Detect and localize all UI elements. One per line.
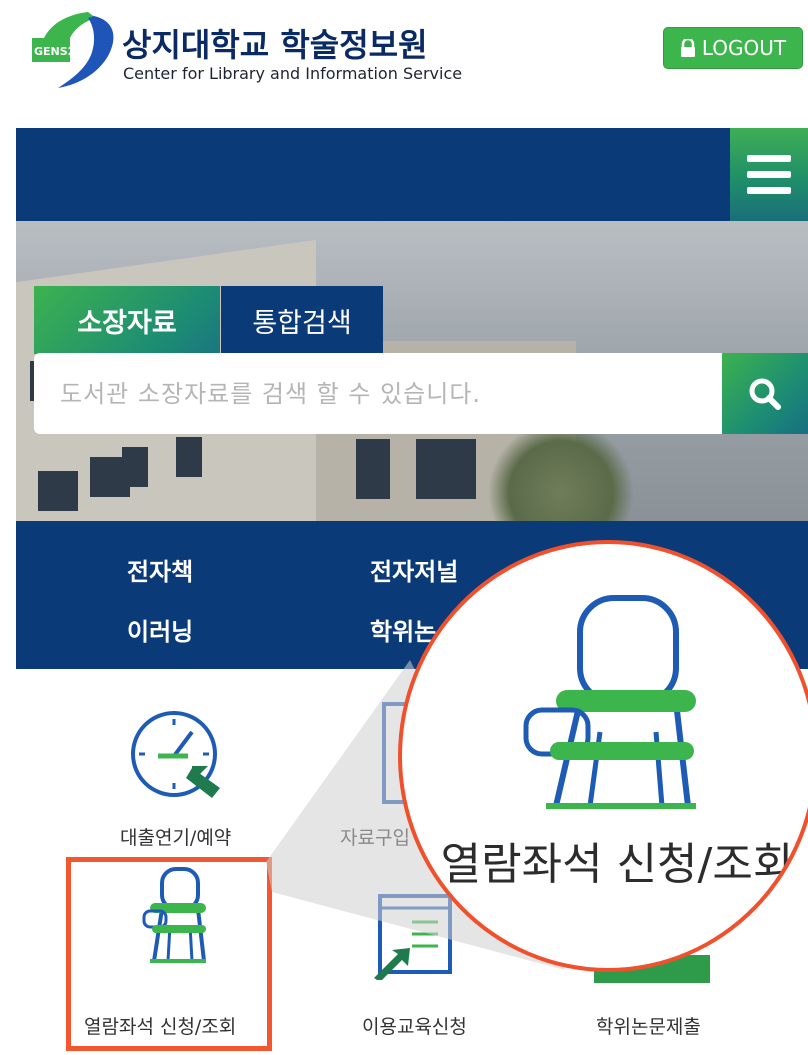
main-navbar [16,128,808,221]
tab-owned-materials[interactable]: 소장자료 [34,286,220,354]
hamburger-menu-icon[interactable] [730,128,808,221]
quick-link-thesis[interactable]: 학위논 [370,612,436,647]
service-label-purchase-request[interactable]: 자료구입 [340,823,410,850]
logo-badge-text: GENS21 [34,45,83,58]
service-label-thesis-submission[interactable]: 학위논문제출 [596,1012,701,1039]
site-header: GENS21 상지대학교 학술정보원 Center for Library an… [0,0,808,128]
magnifier-label: 열람좌석 신청/조회 [440,839,794,890]
chair-icon [523,595,696,809]
quick-link-elearning[interactable]: 이러닝 [127,612,193,647]
service-label-user-education[interactable]: 이용교육신청 [362,1012,467,1039]
quick-link-ejournal[interactable]: 전자저널 [370,552,458,587]
search-button[interactable] [722,353,808,434]
search-box [34,353,722,434]
site-title[interactable]: 상지대학교 학술정보원 [122,20,428,66]
search-input[interactable] [34,353,722,434]
clock-icon[interactable] [128,708,224,804]
site-subtitle: Center for Library and Information Servi… [123,64,463,83]
highlight-box [66,857,272,1051]
logout-button[interactable]: LOGOUT [663,27,803,69]
quick-link-ebook[interactable]: 전자책 [127,552,193,587]
service-label-loan-renewal[interactable]: 대출연기/예약 [120,823,231,850]
logout-label: LOGOUT [701,36,787,60]
search-icon [749,378,781,410]
lock-icon [680,39,695,57]
document-arrow-icon[interactable] [372,890,452,980]
tab-integrated-search[interactable]: 통합검색 [221,286,383,354]
magnifier-callout: 열람좌석 신청/조회 [398,540,808,972]
gens21-logo-icon[interactable]: GENS21 [30,8,120,90]
